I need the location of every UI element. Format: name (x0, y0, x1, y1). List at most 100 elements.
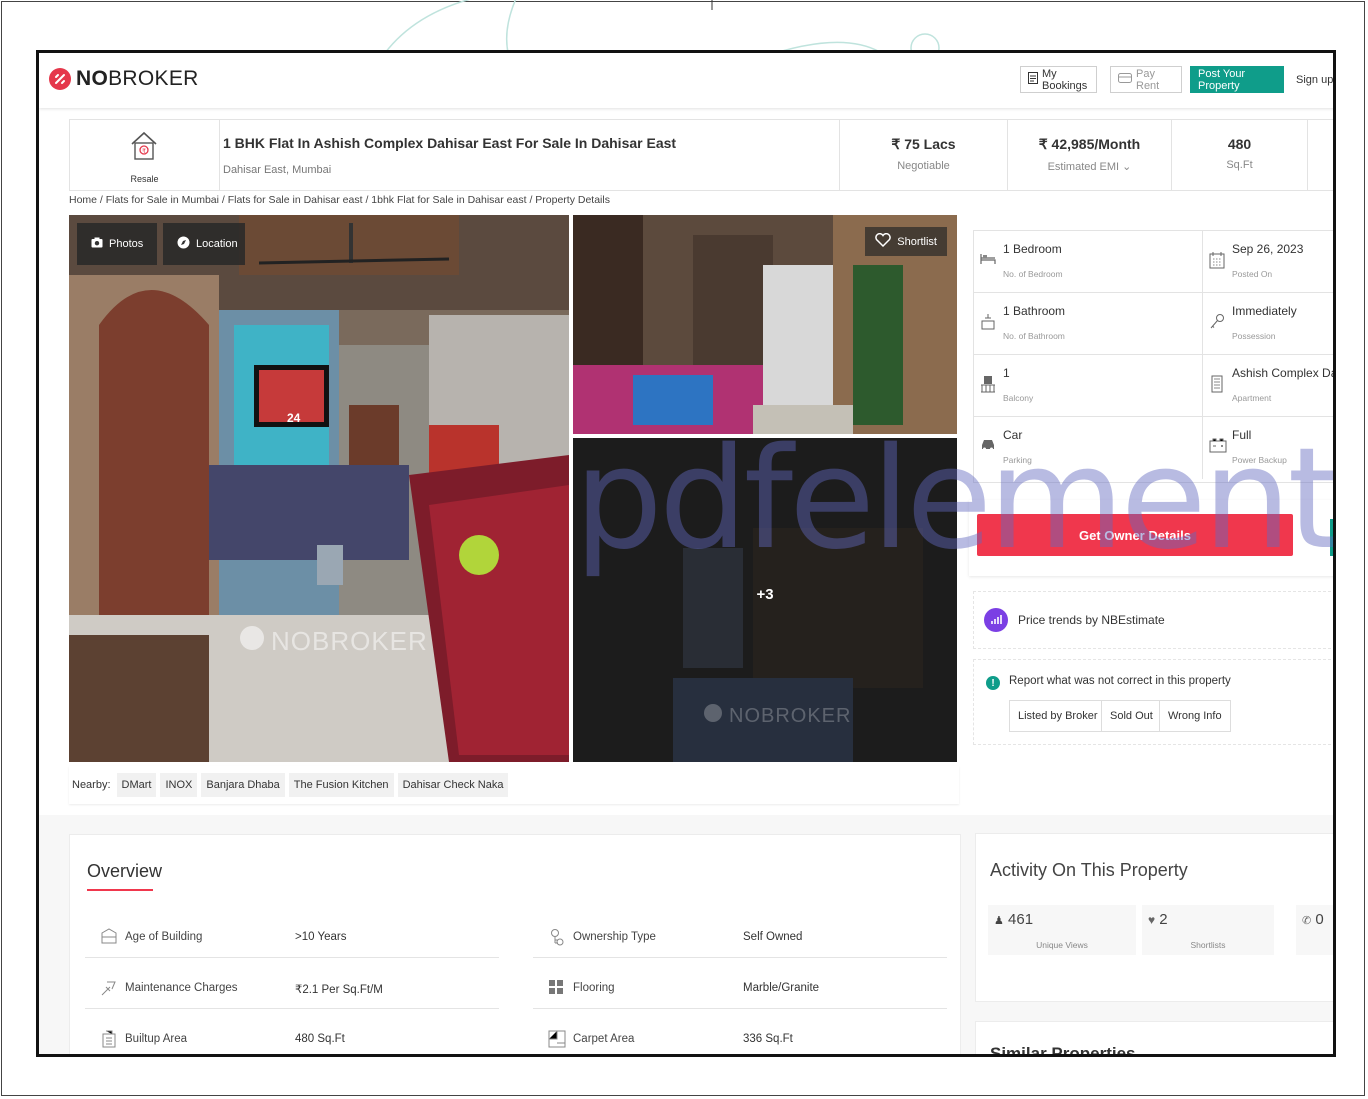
overview-carpet-area: Carpet Area 336 Sq.Ft (533, 1010, 947, 1054)
nearby-chip[interactable]: Banjara Dhaba (201, 773, 285, 797)
secondary-photo[interactable]: Shortlist (573, 215, 957, 434)
shortlist-button[interactable]: Shortlist (865, 227, 947, 256)
activity-views: ♟ 461 Unique Views (988, 905, 1136, 955)
price-note: Negotiable (897, 160, 950, 172)
my-bookings-button[interactable]: My Bookings (1020, 66, 1097, 93)
flooring-icon (548, 979, 566, 997)
watermark-logo-icon (239, 625, 265, 658)
detail-apartment: Ashish Complex Da... Apartment (1203, 355, 1333, 417)
photo-watermark-dark: NOBROKER (703, 703, 851, 729)
report-wrong-info[interactable]: Wrong Info (1159, 700, 1231, 732)
views-label: Unique Views (1036, 940, 1088, 950)
shortlists-count: 2 (1159, 911, 1168, 928)
chart-icon (984, 608, 1008, 632)
logo-text: NOBROKER (76, 67, 199, 90)
top-navigation: NOBROKER My Bookings Pay Rent Post Your … (39, 53, 1333, 108)
compass-icon (177, 236, 190, 252)
logo-icon (49, 68, 71, 90)
emi-note: Estimated EMI ⌄ (1047, 161, 1132, 173)
activity-panel: Activity On This Property ♟ 461 Unique V… (975, 833, 1333, 1002)
car-icon (980, 437, 996, 457)
owner-cta-box: Get Owner Details (969, 500, 1333, 576)
nearby-chip[interactable]: DMart (116, 773, 157, 797)
photos-button[interactable]: Photos (77, 223, 158, 265)
contacts-count: 0 (1315, 911, 1324, 928)
svg-text:₹: ₹ (142, 148, 146, 155)
secondary-cta-edge[interactable] (1330, 519, 1333, 556)
activity-title: Activity On This Property (990, 860, 1188, 880)
price-block: ₹ 75 Lacs Negotiable (840, 120, 1008, 190)
post-property-button[interactable]: Post Your Property (1190, 66, 1284, 93)
shortlists-label: Shortlists (1190, 940, 1226, 950)
area-value: 480 (1227, 136, 1252, 152)
activity-shortlists: ♥ 2 Shortlists (1142, 905, 1274, 955)
overview-underline (87, 889, 153, 891)
detail-bedroom: 1 Bedroom No. of Bedroom (974, 231, 1203, 293)
overview-age-of-building: Age of Building >10 Years (85, 908, 499, 958)
price-value: ₹ 75 Lacs (891, 136, 956, 152)
person-icon: ♟ (994, 915, 1004, 927)
nearby-places: Nearby: DMart INOX Banjara Dhaba The Fus… (69, 766, 959, 804)
detail-possession: Immediately Possession (1203, 293, 1333, 355)
overview-ownership-type: Ownership Type Self Owned (533, 908, 947, 958)
post-property-label: Post Your Property (1198, 67, 1246, 92)
pay-rent-button[interactable]: Pay Rent (1110, 66, 1182, 93)
resale-label: Resale (130, 174, 159, 184)
location-button[interactable]: Location (163, 223, 245, 265)
bath-icon (980, 313, 996, 333)
tv-channel-number: 24 (287, 411, 301, 425)
detail-parking: Car Parking (974, 417, 1203, 479)
overview-flooring: Flooring Marble/Granite (533, 959, 947, 1009)
nearby-chip[interactable]: Dahisar Check Naka (397, 773, 509, 797)
maintenance-icon (100, 979, 118, 997)
report-panel: ! Report what was not correct in this pr… (973, 659, 1333, 745)
detail-bathroom: 1 Bathroom No. of Bathroom (974, 293, 1203, 355)
get-owner-details-button[interactable]: Get Owner Details (977, 514, 1293, 556)
watermark-logo-icon (703, 703, 723, 729)
my-bookings-label: My Bookings (1042, 67, 1088, 92)
more-photos-count: +3 (756, 586, 774, 603)
more-photos-tile[interactable]: +3 NOBROKER (573, 438, 957, 762)
location-label: Location (196, 238, 238, 250)
report-text: Report what was not correct in this prop… (1009, 675, 1231, 687)
bed-icon (980, 251, 996, 271)
activity-contacts: ✆ 0 (1296, 905, 1333, 955)
report-listed-by-broker[interactable]: Listed by Broker (1009, 700, 1107, 732)
carpet-icon (548, 1030, 566, 1048)
camera-icon (91, 237, 103, 251)
listing-header: ₹ Resale 1 BHK Flat In Ashish Complex Da… (69, 119, 1333, 191)
area-unit: Sq.Ft (1226, 159, 1253, 171)
ownership-icon (548, 928, 566, 946)
phone-icon: ✆ (1302, 915, 1312, 927)
overview-builtup-area: Builtup Area 480 Sq.Ft (85, 1010, 499, 1054)
photos-label: Photos (109, 238, 144, 250)
nobroker-logo[interactable]: NOBROKER (49, 67, 199, 91)
price-trends-label: Price trends by NBEstimate (1018, 613, 1165, 627)
heart-filled-icon: ♥ (1148, 913, 1156, 927)
sign-up-link[interactable]: Sign up (1296, 74, 1333, 86)
price-trends-link[interactable]: Price trends by NBEstimate (973, 591, 1333, 649)
nearby-label: Nearby: (72, 779, 111, 791)
overview-panel: Overview Age of Building >10 Years Owners… (69, 834, 961, 1054)
living-room-image (69, 215, 569, 762)
emi-block[interactable]: ₹ 42,985/Month Estimated EMI ⌄ (1008, 120, 1172, 190)
resale-badge: ₹ Resale (70, 120, 220, 190)
main-photo[interactable]: Photos Location NOBROKER 24 (69, 215, 569, 762)
area-block: 480 Sq.Ft (1172, 120, 1308, 190)
listing-title: 1 BHK Flat In Ashish Complex Dahisar Eas… (223, 135, 677, 151)
similar-properties-panel: Similar Properties (975, 1021, 1333, 1054)
key-icon (1209, 313, 1225, 333)
report-sold-out[interactable]: Sold Out (1101, 700, 1162, 732)
builtup-icon (100, 1030, 118, 1048)
info-icon: ! (986, 676, 1000, 690)
listing-location: Dahisar East, Mumbai (223, 164, 332, 176)
detail-posted-on: Sep 26, 2023 Posted On (1203, 231, 1333, 293)
browser-screenshot: NOBROKER My Bookings Pay Rent Post Your … (36, 50, 1336, 1057)
nearby-chip[interactable]: INOX (160, 773, 198, 797)
nearby-chip[interactable]: The Fusion Kitchen (288, 773, 394, 797)
views-count: 461 (1008, 911, 1034, 928)
pay-rent-label: Pay Rent (1136, 67, 1160, 92)
document-icon (1028, 72, 1038, 87)
overview-title: Overview (87, 861, 163, 881)
breadcrumb[interactable]: Home / Flats for Sale in Mumbai / Flats … (69, 194, 610, 206)
